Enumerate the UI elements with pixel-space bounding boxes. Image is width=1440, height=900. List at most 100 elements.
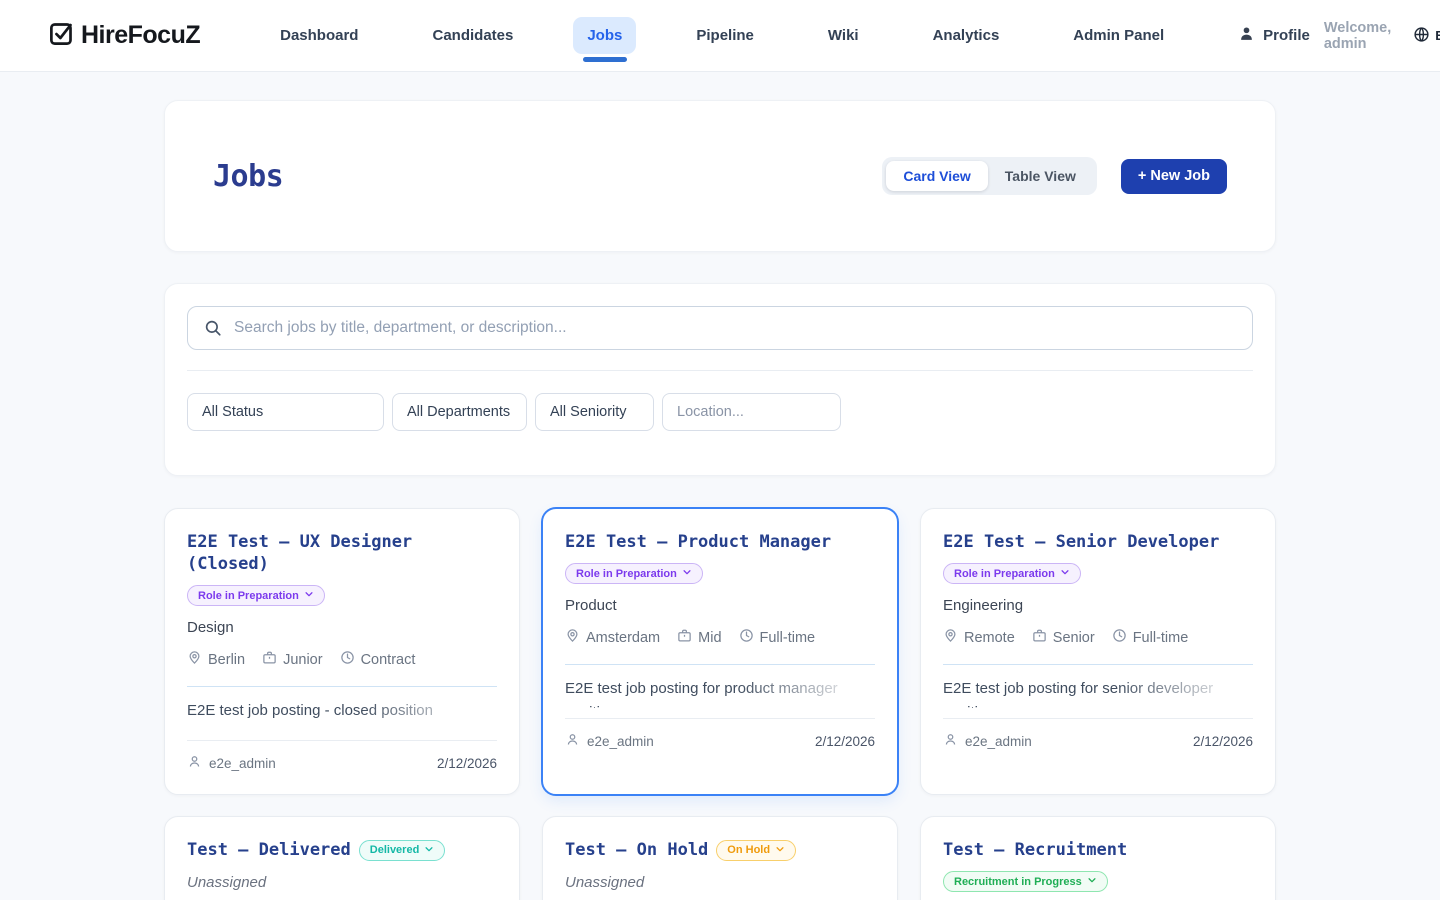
- status-badge[interactable]: On Hold: [716, 840, 796, 861]
- nav-item-wiki[interactable]: Wiki: [814, 17, 873, 54]
- nav-item-profile[interactable]: Profile: [1224, 15, 1324, 56]
- chevron-down-icon: [424, 844, 434, 857]
- seniority-filter-select[interactable]: All Seniority: [535, 393, 654, 431]
- nav-item-jobs[interactable]: Jobs: [573, 17, 636, 54]
- user-outline-icon: [187, 754, 202, 772]
- job-seniority: Senior: [1032, 628, 1095, 647]
- job-description: E2E test job posting for senior develope…: [943, 677, 1253, 708]
- top-nav-bar: HireFocuZ Dashboard Candidates Jobs Pipe…: [0, 0, 1440, 72]
- job-date: 2/12/2026: [815, 734, 875, 749]
- job-author-label: e2e_admin: [965, 734, 1032, 749]
- welcome-text: Welcome, admin: [1324, 20, 1391, 52]
- status-badge-label: Role in Preparation: [198, 590, 299, 602]
- nav-item-admin-panel[interactable]: Admin Panel: [1059, 17, 1178, 54]
- nav-item-analytics[interactable]: Analytics: [919, 17, 1014, 54]
- job-card-title-row: E2E Test – Product Manager Role in Prepa…: [565, 531, 875, 584]
- nav-item-pipeline[interactable]: Pipeline: [682, 17, 768, 54]
- job-department: Design: [187, 619, 497, 636]
- briefcase-icon: [262, 650, 277, 669]
- job-employment-type: Full-time: [1112, 628, 1189, 647]
- language-selector[interactable]: EN: [1413, 26, 1440, 46]
- jobs-grid: E2E Test – UX Designer (Closed) Role in …: [164, 508, 1276, 900]
- view-toggle: Card View Table View: [882, 157, 1097, 195]
- job-author: e2e_admin: [187, 754, 276, 772]
- brand-logo[interactable]: HireFocuZ: [48, 20, 200, 52]
- job-card-footer: e2e_admin 2/12/2026: [943, 719, 1253, 750]
- status-badge[interactable]: Delivered: [359, 840, 446, 861]
- card-divider-top: [187, 686, 497, 687]
- nav-item-dashboard[interactable]: Dashboard: [266, 17, 372, 54]
- status-filter-select[interactable]: All Status: [187, 393, 384, 431]
- nav-item-profile-label: Profile: [1263, 27, 1310, 44]
- job-meta-row: Remote Senior Full-time: [943, 628, 1253, 647]
- job-seniority-label: Mid: [698, 630, 721, 646]
- status-badge[interactable]: Role in Preparation: [187, 585, 325, 606]
- job-title: E2E Test – Senior Developer: [943, 531, 1219, 553]
- main-nav: Dashboard Candidates Jobs Pipeline Wiki …: [266, 15, 1324, 56]
- job-location: Berlin: [187, 650, 245, 669]
- job-author-label: e2e_admin: [587, 734, 654, 749]
- job-employment-type: Full-time: [739, 628, 816, 647]
- job-location-label: Berlin: [208, 652, 245, 668]
- checkbox-logo-icon: [48, 20, 75, 52]
- nav-right-group: Welcome, admin EN Logout: [1324, 16, 1440, 56]
- search-divider: [187, 370, 1253, 371]
- status-badge-label: Delivered: [370, 844, 420, 856]
- map-pin-icon: [943, 628, 958, 647]
- status-badge-label: Role in Preparation: [954, 568, 1055, 580]
- job-card-title-row: Test – Recruitment Recruitment in Progre…: [943, 839, 1253, 892]
- map-pin-icon: [187, 650, 202, 669]
- job-seniority-label: Senior: [1053, 630, 1095, 646]
- job-card[interactable]: Test – On Hold On Hold Unassigned: [542, 816, 898, 900]
- job-card-title-row: E2E Test – UX Designer (Closed) Role in …: [187, 531, 497, 606]
- card-view-button[interactable]: Card View: [886, 161, 987, 191]
- globe-icon: [1413, 26, 1430, 46]
- job-date: 2/12/2026: [437, 756, 497, 771]
- job-title: E2E Test – Product Manager: [565, 531, 831, 553]
- status-badge[interactable]: Role in Preparation: [943, 563, 1081, 584]
- job-card[interactable]: E2E Test – Product Manager Role in Prepa…: [542, 508, 898, 795]
- new-job-button[interactable]: + New Job: [1121, 159, 1227, 194]
- location-filter-input[interactable]: [662, 393, 841, 431]
- job-department: Unassigned: [187, 874, 497, 891]
- job-description: E2E test job posting for product manager…: [565, 677, 875, 708]
- filters-row: All Status All Departments All Seniority: [187, 393, 1253, 431]
- language-code: EN: [1435, 28, 1440, 43]
- job-department: Unassigned: [565, 874, 875, 891]
- job-card[interactable]: Test – Delivered Delivered Unassigned: [164, 816, 520, 900]
- job-location: Amsterdam: [565, 628, 660, 647]
- chevron-down-icon: [1060, 567, 1070, 580]
- job-card[interactable]: Test – Recruitment Recruitment in Progre…: [920, 816, 1276, 900]
- search-input[interactable]: [187, 306, 1253, 350]
- job-author: e2e_admin: [943, 732, 1032, 750]
- job-description: E2E test job posting - closed position: [187, 699, 497, 730]
- job-title: Test – Recruitment: [943, 839, 1127, 861]
- job-card-title-row: Test – Delivered Delivered: [187, 839, 497, 861]
- table-view-button[interactable]: Table View: [988, 161, 1093, 191]
- job-employment-type-label: Full-time: [1133, 630, 1189, 646]
- job-card-title-row: E2E Test – Senior Developer Role in Prep…: [943, 531, 1253, 584]
- job-card[interactable]: E2E Test – UX Designer (Closed) Role in …: [164, 508, 520, 795]
- chevron-down-icon: [775, 844, 785, 857]
- chevron-down-icon: [682, 567, 692, 580]
- status-badge[interactable]: Recruitment in Progress: [943, 871, 1108, 892]
- nav-item-candidates[interactable]: Candidates: [418, 17, 527, 54]
- status-badge-label: Role in Preparation: [576, 568, 677, 580]
- chevron-down-icon: [304, 589, 314, 602]
- job-card-title-row: Test – On Hold On Hold: [565, 839, 875, 861]
- status-badge-label: On Hold: [727, 844, 770, 856]
- briefcase-icon: [677, 628, 692, 647]
- departments-filter-select[interactable]: All Departments: [392, 393, 527, 431]
- status-badge[interactable]: Role in Preparation: [565, 563, 703, 584]
- job-card[interactable]: E2E Test – Senior Developer Role in Prep…: [920, 508, 1276, 795]
- job-location-label: Amsterdam: [586, 630, 660, 646]
- user-outline-icon: [943, 732, 958, 750]
- job-department: Product: [565, 597, 875, 614]
- clock-icon: [1112, 628, 1127, 647]
- user-icon: [1238, 25, 1255, 46]
- search-filter-panel: All Status All Departments All Seniority: [164, 283, 1276, 476]
- map-pin-icon: [565, 628, 580, 647]
- job-employment-type-label: Full-time: [760, 630, 816, 646]
- job-author-label: e2e_admin: [209, 756, 276, 771]
- card-divider-top: [565, 664, 875, 665]
